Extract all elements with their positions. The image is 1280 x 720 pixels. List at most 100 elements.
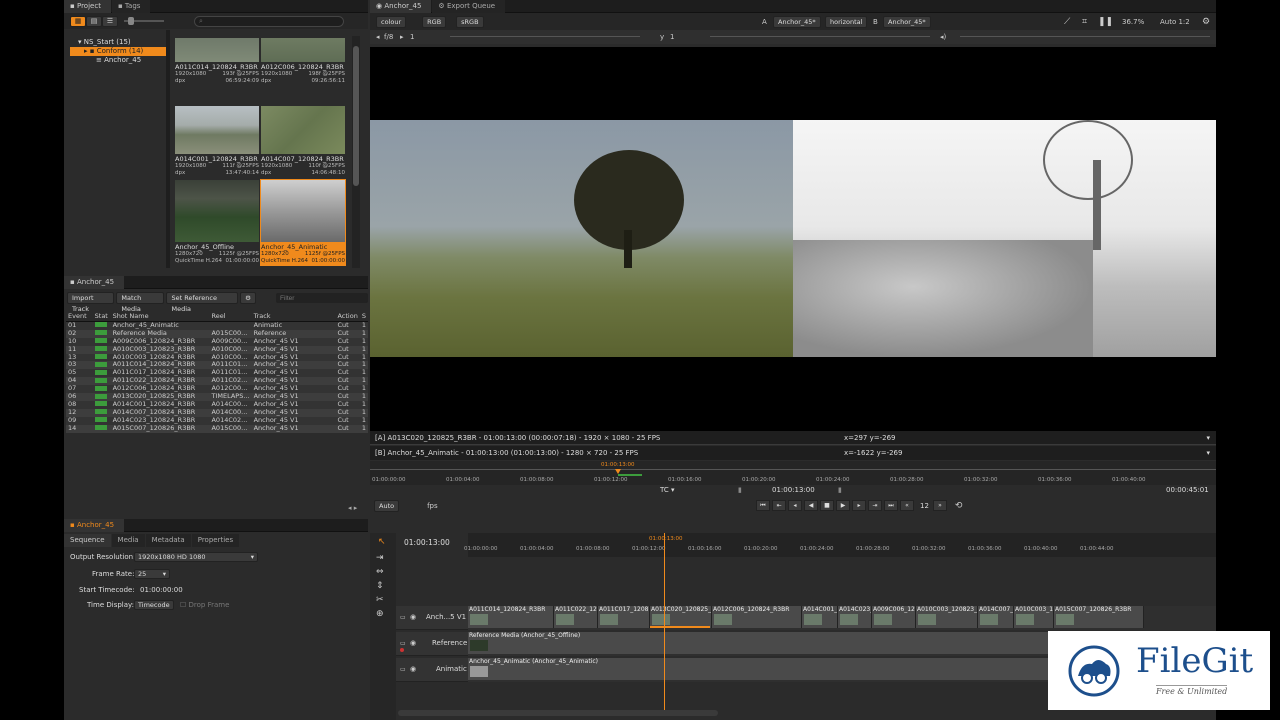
- viewer-canvas[interactable]: [370, 47, 1216, 431]
- tab-project[interactable]: ▪ Project: [64, 0, 111, 13]
- tab-sequence[interactable]: Sequence: [64, 533, 111, 547]
- crop-icon[interactable]: ⌗: [1082, 17, 1087, 27]
- gamma-slider[interactable]: [710, 36, 930, 37]
- tab-metadata[interactable]: Metadata: [145, 533, 191, 547]
- tab-properties[interactable]: Properties: [191, 533, 240, 547]
- media-thumbnail[interactable]: A011C014_120824_R3BR 1920x1080 193f @25FP…: [175, 38, 259, 85]
- track-header-reference[interactable]: ▭ ◉ Reference: [396, 632, 468, 656]
- table-row[interactable]: 12 A014C007_120824_R3BR A014C00... Anchor_4…: [66, 408, 368, 417]
- settings-icon[interactable]: ⚙: [240, 292, 256, 304]
- col-action[interactable]: Action: [335, 313, 360, 322]
- go-to-start-icon[interactable]: ⏮: [756, 500, 770, 511]
- fstop-value[interactable]: 1: [410, 33, 414, 41]
- table-row[interactable]: 03 A011C014_120824_R3BR A011C01... Anchor_4…: [66, 361, 368, 370]
- go-to-end-icon[interactable]: ⏭: [884, 500, 898, 511]
- colour-dropdown[interactable]: colour: [376, 15, 407, 28]
- table-row[interactable]: 07 A012C006_120824_R3BR A012C00... Anchor_4…: [66, 385, 368, 394]
- list-view-icon[interactable]: ☰: [102, 15, 118, 27]
- col-reel[interactable]: Reel: [209, 313, 252, 322]
- timeline-current-timecode[interactable]: 01:00:13:00: [404, 538, 450, 547]
- col-shot-name[interactable]: Shot Name: [110, 313, 210, 322]
- col-track[interactable]: Track: [251, 313, 336, 322]
- volume-icon[interactable]: ◂): [940, 33, 946, 41]
- tree-item-anchor[interactable]: ≡ Anchor_45: [70, 56, 166, 65]
- col-event[interactable]: Event: [66, 313, 93, 322]
- table-row[interactable]: 10 A009C006_120824_R3BR A009C00... Anchor_4…: [66, 337, 368, 346]
- zoom-tool-icon[interactable]: ⊕: [376, 609, 396, 619]
- scroll-arrows[interactable]: ◂ ▸: [348, 504, 357, 512]
- slide-tool-icon[interactable]: ⇕: [376, 581, 396, 591]
- eye-icon[interactable]: ◉: [410, 639, 416, 647]
- lock-icon[interactable]: ▭: [400, 614, 406, 621]
- scrollbar-thumb[interactable]: [353, 46, 359, 186]
- compare-mode-dropdown[interactable]: horizontal: [825, 15, 868, 28]
- project-search-input[interactable]: ⌕: [194, 15, 344, 27]
- tab-export-queue[interactable]: ⚙ Export Queue: [432, 0, 506, 13]
- timeline-playhead[interactable]: [664, 533, 665, 713]
- rgb-dropdown[interactable]: RGB: [422, 15, 447, 28]
- start-timecode-field[interactable]: 01:00:00:00: [140, 586, 183, 594]
- chevron-down-icon[interactable]: ▾: [1206, 431, 1210, 445]
- volume-slider[interactable]: [960, 36, 1210, 37]
- fstop-slider[interactable]: [450, 36, 640, 37]
- loop-icon[interactable]: ⟲: [955, 501, 963, 511]
- media-thumbnail[interactable]: A012C006_120824_R3BR 1920x1080 198f @25FP…: [261, 38, 345, 85]
- step-back-icon[interactable]: ◂: [788, 500, 802, 511]
- slip-tool-icon[interactable]: ⇔: [376, 567, 396, 577]
- tab-media[interactable]: Media: [111, 533, 145, 547]
- col-stat[interactable]: Stat: [92, 313, 111, 322]
- step-forward-icon[interactable]: ▸: [852, 500, 866, 511]
- timeline-clip[interactable]: A014C007_: [978, 606, 1014, 628]
- timeline-clip[interactable]: A010C003_1: [1014, 606, 1054, 628]
- wipe-icon[interactable]: ⟋: [1064, 17, 1070, 27]
- timeline-clip[interactable]: A015C007_120826_R3BR: [1054, 606, 1144, 628]
- tab-anchor-45-props[interactable]: ▪ Anchor_45: [64, 518, 125, 532]
- tab-anchor-45[interactable]: ▪ Anchor_45: [64, 275, 125, 289]
- timeline-clip[interactable]: A009C006_12: [872, 606, 916, 628]
- table-row[interactable]: 11 A010C003_120823_R3BR A010C00... Anchor_4…: [66, 345, 368, 354]
- timeline-clip[interactable]: A011C022_12: [554, 606, 598, 628]
- play-reverse-icon[interactable]: ◀: [804, 500, 818, 511]
- tab-tags[interactable]: ▪ Tags: [111, 0, 151, 13]
- slider-handle[interactable]: [128, 17, 134, 25]
- tab-viewer-anchor[interactable]: ◉ Anchor_45: [370, 0, 432, 13]
- lock-icon[interactable]: ▭: [400, 666, 406, 673]
- viewer-scrubber[interactable]: 01:00:13:00 01:00:00:00 01:00:04:00 01:00:…: [370, 461, 1216, 485]
- mark-out-button[interactable]: ▮: [838, 486, 842, 494]
- timeline-clip[interactable]: A012C006_120824_R3BR: [712, 606, 802, 628]
- chevron-down-icon[interactable]: ▾: [1206, 446, 1210, 460]
- track-header-v1[interactable]: ▭ ◉ Anch...5 V1: [396, 606, 468, 630]
- frame-rate-dropdown[interactable]: 25 ▾: [134, 569, 170, 579]
- thumbnail-scrollbar[interactable]: [352, 36, 360, 268]
- srgb-dropdown[interactable]: sRGB: [456, 15, 484, 28]
- next-edit-icon[interactable]: ⇥: [868, 500, 882, 511]
- timeline-clip[interactable]: A014C001_: [802, 606, 838, 628]
- stop-icon[interactable]: ■: [820, 500, 834, 511]
- razor-tool-icon[interactable]: ✂: [376, 595, 396, 605]
- table-row[interactable]: 13 A010C003_120824_R3BR A010C00... Anchor_4…: [66, 353, 368, 362]
- import-track-button[interactable]: Import Track: [67, 292, 115, 313]
- timeline-ruler[interactable]: 01:00:00:00 01:00:04:00 01:00:08:00 01:00:1…: [464, 533, 1216, 557]
- timeline-clip[interactable]: A014C023_: [838, 606, 872, 628]
- set-reference-media-button[interactable]: Set Reference Media: [166, 292, 239, 313]
- table-row[interactable]: 08 A014C001_120824_R3BR A014C00... Anchor_4…: [66, 400, 368, 409]
- scale-dropdown[interactable]: Auto 1:2: [1160, 18, 1190, 26]
- ripple-tool-icon[interactable]: ⇥: [376, 553, 396, 563]
- y-value[interactable]: 1: [670, 33, 674, 41]
- table-row[interactable]: 06 A013C020_120825_R3BR TIMELAPS... Anchor_…: [66, 393, 368, 401]
- timeline-clip[interactable]: A010C003_120823_: [916, 606, 978, 628]
- drop-frame-checkbox[interactable]: ☐ Drop Frame: [180, 601, 229, 609]
- media-thumbnail[interactable]: Anchor_45_Offline 1280x720 1125f @25FPS Q…: [175, 180, 259, 265]
- table-row[interactable]: 14 A015C007_120826_R3BR A015C00... Anchor_4…: [66, 424, 368, 433]
- eye-icon[interactable]: ◉: [410, 613, 416, 621]
- tree-item-conform[interactable]: ▸ ▪ Conform (14): [70, 47, 166, 56]
- table-row[interactable]: 04 A011C022_120824_R3BR A011C02... Anchor_4…: [66, 377, 368, 386]
- table-row[interactable]: 02 Reference Media A015C00... Reference Cut 1: [66, 329, 368, 338]
- output-resolution-dropdown[interactable]: 1920x1080 HD 1080 ▾: [134, 552, 258, 562]
- current-timecode[interactable]: 01:00:13:00: [772, 486, 815, 494]
- event-filter-input[interactable]: [276, 293, 368, 303]
- track-header-animatic[interactable]: ▭ ◉ Animatic: [396, 658, 468, 682]
- zoom-dropdown[interactable]: 36.7%: [1122, 18, 1144, 26]
- timeline-scrollbar[interactable]: [398, 710, 718, 716]
- tile-view-icon[interactable]: ▤: [86, 15, 102, 27]
